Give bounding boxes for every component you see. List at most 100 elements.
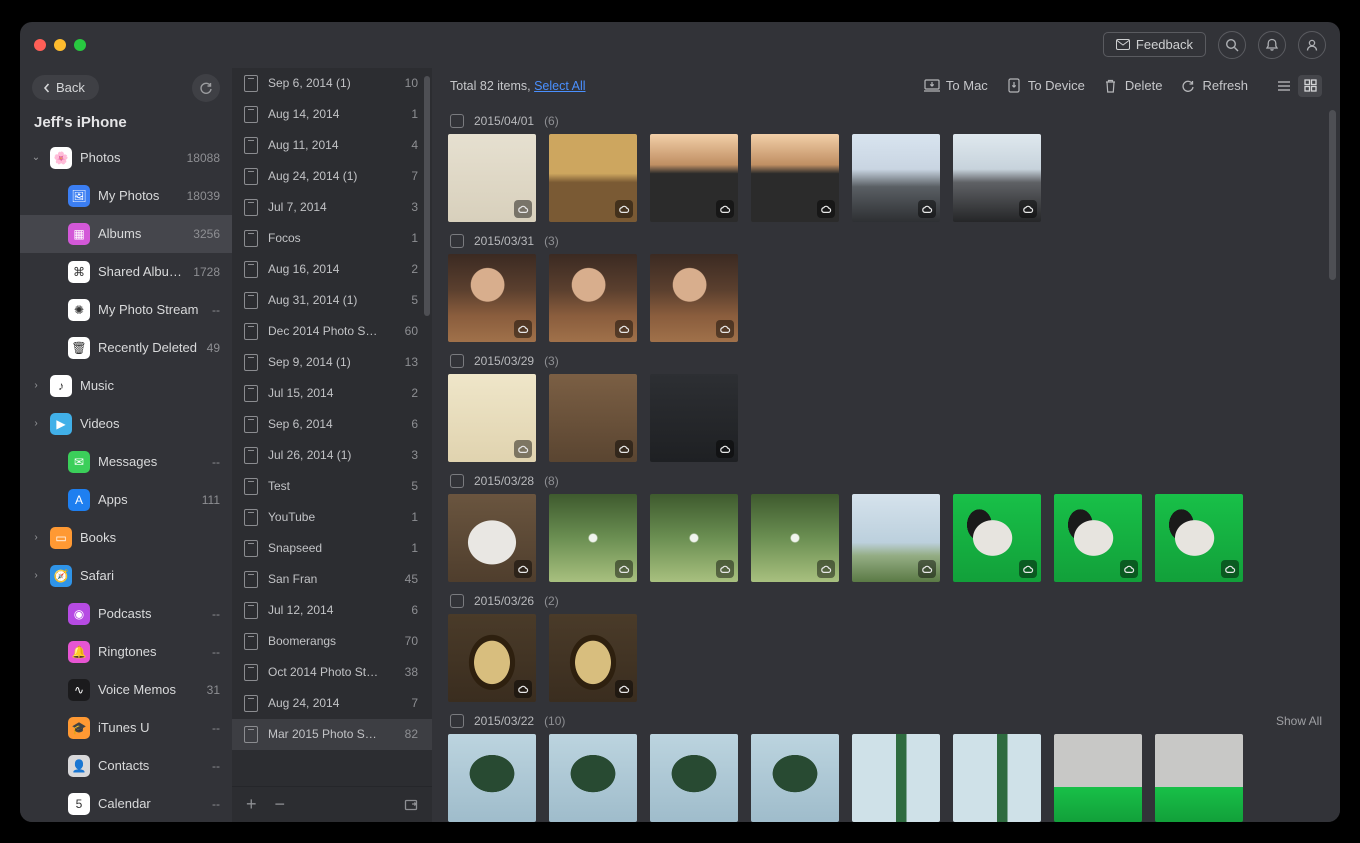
grid-view-button[interactable] [1298, 75, 1322, 97]
photo-thumbnail[interactable] [1054, 494, 1142, 582]
account-button[interactable] [1298, 31, 1326, 59]
nav-item-books[interactable]: ›▭Books [20, 519, 232, 557]
albums-scrollbar-thumb[interactable] [424, 76, 430, 316]
album-item[interactable]: Aug 24, 20147 [232, 688, 432, 719]
album-item[interactable]: San Fran45 [232, 564, 432, 595]
grid-icon [1304, 79, 1317, 92]
photo-thumbnail[interactable] [1054, 734, 1142, 822]
album-item[interactable]: Sep 6, 20146 [232, 409, 432, 440]
to-mac-button[interactable]: To Mac [924, 78, 988, 94]
nav-item-itunesu[interactable]: ·🎓iTunes U-- [20, 709, 232, 747]
photo-thumbnail[interactable] [549, 734, 637, 822]
photo-thumbnail[interactable] [953, 734, 1041, 822]
album-item[interactable]: Mar 2015 Photo S…82 [232, 719, 432, 750]
albums-scrollbar-track[interactable] [424, 76, 430, 780]
photo-thumbnail[interactable] [852, 734, 940, 822]
photo-thumbnail[interactable] [549, 254, 637, 342]
album-item[interactable]: Aug 24, 2014 (1)7 [232, 161, 432, 192]
album-item[interactable]: Snapseed1 [232, 533, 432, 564]
minimize-window-button[interactable] [54, 39, 66, 51]
photo-thumbnail[interactable] [448, 494, 536, 582]
album-item[interactable]: Oct 2014 Photo St…38 [232, 657, 432, 688]
photo-thumbnail[interactable] [953, 494, 1041, 582]
group-checkbox[interactable] [450, 354, 464, 368]
group-checkbox[interactable] [450, 594, 464, 608]
nav-item-albums[interactable]: ▦Albums3256 [20, 215, 232, 253]
photo-thumbnail[interactable] [1155, 734, 1243, 822]
group-checkbox[interactable] [450, 234, 464, 248]
album-item[interactable]: YouTube1 [232, 502, 432, 533]
sync-button[interactable] [192, 74, 220, 102]
photo-thumbnail[interactable] [650, 254, 738, 342]
feedback-button[interactable]: Feedback [1103, 32, 1206, 57]
album-item[interactable]: Aug 31, 2014 (1)5 [232, 285, 432, 316]
photo-thumbnail[interactable] [953, 134, 1041, 222]
album-item[interactable]: Aug 16, 20142 [232, 254, 432, 285]
nav-item-my-photos[interactable]: 🖼My Photos18039 [20, 177, 232, 215]
photo-thumbnail[interactable] [549, 374, 637, 462]
photo-thumbnail[interactable] [549, 134, 637, 222]
album-item[interactable]: Aug 11, 20144 [232, 130, 432, 161]
nav-item-shared[interactable]: ⌘Shared Albums1728 [20, 253, 232, 291]
close-window-button[interactable] [34, 39, 46, 51]
photo-thumbnail[interactable] [448, 614, 536, 702]
photo-thumbnail[interactable] [650, 374, 738, 462]
nav-item-podcasts[interactable]: ·◉Podcasts-- [20, 595, 232, 633]
notifications-button[interactable] [1258, 31, 1286, 59]
nav-item-apps[interactable]: ·AApps111 [20, 481, 232, 519]
album-item[interactable]: Jul 7, 20143 [232, 192, 432, 223]
photo-thumbnail[interactable] [751, 494, 839, 582]
nav-item-photos[interactable]: ⌄🌸Photos18088 [20, 139, 232, 177]
to-device-button[interactable]: To Device [1006, 78, 1085, 94]
nav-item-safari[interactable]: ›🧭Safari [20, 557, 232, 595]
select-all-link[interactable]: Select All [534, 79, 585, 93]
nav-item-contacts[interactable]: ·👤Contacts-- [20, 747, 232, 785]
nav-item-stream[interactable]: ✺My Photo Stream-- [20, 291, 232, 329]
group-checkbox[interactable] [450, 714, 464, 728]
photo-thumbnail[interactable] [852, 494, 940, 582]
album-item[interactable]: Test5 [232, 471, 432, 502]
photo-thumbnail[interactable] [448, 254, 536, 342]
photo-thumbnail[interactable] [448, 134, 536, 222]
photo-thumbnail[interactable] [751, 734, 839, 822]
nav-item-voice[interactable]: ·∿Voice Memos31 [20, 671, 232, 709]
album-item[interactable]: Dec 2014 Photo S…60 [232, 316, 432, 347]
album-item[interactable]: Sep 9, 2014 (1)13 [232, 347, 432, 378]
photo-thumbnail[interactable] [549, 494, 637, 582]
album-item[interactable]: Focos1 [232, 223, 432, 254]
album-item[interactable]: Jul 12, 20146 [232, 595, 432, 626]
show-all-link[interactable]: Show All [1276, 714, 1322, 728]
nav-item-trash[interactable]: 🗑Recently Deleted49 [20, 329, 232, 367]
nav-item-messages[interactable]: ·✉Messages-- [20, 443, 232, 481]
fullscreen-window-button[interactable] [74, 39, 86, 51]
remove-album-button[interactable]: − [275, 795, 286, 813]
album-item[interactable]: Sep 6, 2014 (1)10 [232, 68, 432, 99]
album-item[interactable]: Jul 15, 20142 [232, 378, 432, 409]
group-checkbox[interactable] [450, 114, 464, 128]
album-item[interactable]: Jul 26, 2014 (1)3 [232, 440, 432, 471]
search-button[interactable] [1218, 31, 1246, 59]
delete-button[interactable]: Delete [1103, 78, 1163, 94]
group-checkbox[interactable] [450, 474, 464, 488]
nav-item-ringtones[interactable]: ·🔔Ringtones-- [20, 633, 232, 671]
refresh-button[interactable]: Refresh [1180, 78, 1248, 94]
photo-thumbnail[interactable] [751, 134, 839, 222]
nav-item-calendar[interactable]: ·5Calendar-- [20, 785, 232, 822]
photo-thumbnail[interactable] [650, 734, 738, 822]
list-view-button[interactable] [1272, 75, 1296, 97]
add-album-button[interactable]: + [246, 795, 257, 813]
nav-item-videos[interactable]: ›▶Videos [20, 405, 232, 443]
nav-item-music[interactable]: ›♪Music [20, 367, 232, 405]
photo-thumbnail[interactable] [448, 734, 536, 822]
export-album-button[interactable] [404, 797, 418, 811]
photo-thumbnail[interactable] [852, 134, 940, 222]
photo-thumbnail[interactable] [650, 494, 738, 582]
photo-thumbnail[interactable] [549, 614, 637, 702]
album-item[interactable]: Boomerangs70 [232, 626, 432, 657]
gallery-scrollbar-thumb[interactable] [1329, 110, 1336, 280]
album-item[interactable]: Aug 14, 20141 [232, 99, 432, 130]
photo-thumbnail[interactable] [650, 134, 738, 222]
photo-thumbnail[interactable] [448, 374, 536, 462]
back-button[interactable]: Back [32, 75, 99, 100]
photo-thumbnail[interactable] [1155, 494, 1243, 582]
